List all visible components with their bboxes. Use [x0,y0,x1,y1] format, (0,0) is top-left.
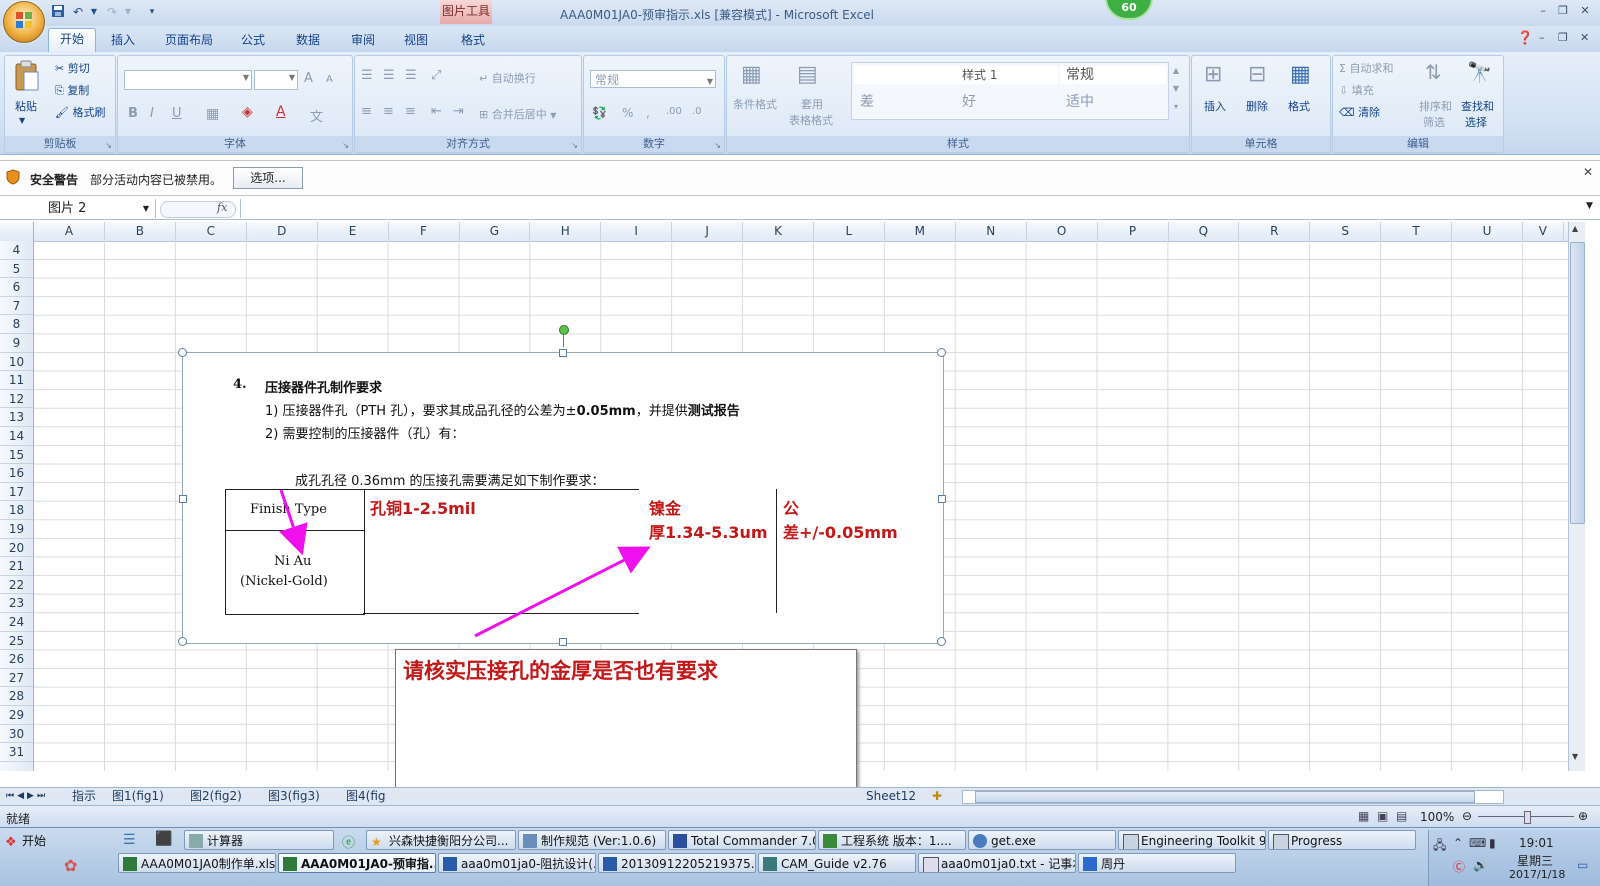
excel-icon [123,857,137,871]
task-cam-guide[interactable]: CAM_Guide v2.76 [758,853,916,873]
tray-network-icon[interactable]: 🖧 [1433,836,1446,857]
task-cam-guide-label: CAM_Guide v2.76 [781,857,887,871]
task-get-exe[interactable]: get.exe [968,830,1116,850]
excel-active-icon [283,857,297,871]
task-calculator-label: 计算器 [207,834,244,848]
office-button[interactable] [3,1,45,43]
calculator-icon [189,834,203,848]
task-notepad[interactable]: aaa0m01ja0.txt - 记事本 [918,853,1076,873]
zoom-level[interactable]: 100% [1420,810,1454,824]
star-icon: ★ [371,835,382,849]
start-label: 开始 [22,834,47,848]
floppy-icon [673,834,687,848]
task-excel-order[interactable]: AAA0M01JA0制作单.xls... [118,853,276,873]
sheet-tab-fig1[interactable]: 图1(fig1) [108,788,168,804]
task-total-commander-label: Total Commander 7.0 ... [691,834,815,848]
toolkit-icon [1123,834,1139,849]
task-excel-order-label: AAA0M01JA0制作单.xls... [141,857,276,871]
quicklaunch-icon[interactable]: ✿ [64,856,77,875]
sheet-nav-icons[interactable]: ⏮◀▶⏭ [2,788,52,804]
sheet-tab-instructions[interactable]: 指示 [68,788,100,804]
clock-time[interactable]: 19:01 [1519,836,1554,850]
task-engineering-system[interactable]: 工程系统 版本：1.... [818,830,966,850]
start-button[interactable]: ❖ 开始 [2,830,52,852]
task-browser[interactable]: ★ 兴森快捷衡阳分公司... [366,830,516,850]
quicklaunch-stack-icon[interactable]: ☰ [123,832,136,848]
task-engineering-system-label: 工程系统 版本：1.... [841,834,952,848]
zoom-slider-thumb[interactable] [1524,811,1531,824]
task-spec[interactable]: 制作规范 (Ver:1.0.6) [518,830,666,850]
sheet-tab-fig4[interactable]: 图4(fig [342,788,390,804]
task-rtf-label: 20130912205219375.rtf... [621,857,755,871]
tray-device-icon[interactable]: ⌨ [1469,836,1486,850]
insert-sheet-icon[interactable]: ✚ [928,788,946,804]
sheet-tab-fig3[interactable]: 图3(fig3) [264,788,324,804]
task-excel-review[interactable]: AAA0M01JA0-预审指... [278,853,436,873]
task-engineering-toolkit[interactable]: Engineering Toolkit 9.... [1118,830,1266,850]
doc-icon [523,834,537,848]
task-browser-label: 兴森快捷衡阳分公司... [389,834,509,848]
clock-date: 2017/1/18 [1509,868,1566,881]
task-total-commander[interactable]: Total Commander 7.0 ... [668,830,816,850]
task-progress-label: Progress [1291,834,1343,848]
tray-expand-icon[interactable]: ⌃ [1453,836,1463,850]
task-get-exe-label: get.exe [991,834,1036,848]
tray-signal-icon[interactable]: ▮ [1489,836,1496,850]
zoom-in-icon[interactable]: ⊕ [1578,809,1588,823]
status-ready: 就绪 [6,812,31,826]
status-bar: 就绪 ▦ ▣ ▤ 100% ⊖ ⊕ [0,805,1600,828]
page-layout-view-icon[interactable]: ▣ [1377,809,1388,823]
task-impedance-doc[interactable]: aaa0m01ja0-阻抗设计(... [438,853,596,873]
office-logo-icon [16,12,32,28]
task-impedance-doc-label: aaa0m01ja0-阻抗设计(... [461,857,596,871]
windows-logo-icon: ❖ [5,835,17,850]
task-progress[interactable]: Progress [1268,830,1416,850]
task-chat[interactable]: 周丹 [1078,853,1236,873]
sheet-tab-fig2[interactable]: 图2(fig2) [186,788,246,804]
task-notepad-label: aaa0m01ja0.txt - 记事本 [941,857,1076,871]
chat-icon [1083,857,1097,871]
word-icon [443,857,457,871]
tray-volume-icon[interactable]: 🔊 [1473,858,1488,872]
tray-app-icon[interactable]: Ⓒ [1453,858,1465,875]
engineering-icon [823,834,837,848]
progress-icon [1273,834,1289,849]
arrow-to-gold-thickness [474,546,651,638]
page-break-view-icon[interactable]: ▤ [1396,809,1407,823]
system-tray: 🖧 ⌃ ⌨ ▮ Ⓒ 🔊 19:01 星期三 2017/1/18 ▭ [1428,830,1600,886]
globe-icon [973,834,987,848]
comment-text: 请核实压接孔的金厚是否也有要求 [403,658,718,683]
arrow-to-ni-au [279,489,308,556]
taskbar: ❖ 开始 ✿ ☰ ⬛ 计算器 ⓔ ★ 兴森快捷衡阳分公司... 制作规范 (Ver:… [0,827,1600,886]
sheet-tab-sheet12[interactable]: Sheet12 [862,788,920,804]
pdf-icon[interactable]: ⬛ [155,831,172,847]
word-rtf-icon [603,857,617,871]
show-desktop-icon[interactable]: ▭ [1577,858,1588,872]
horizontal-scrollbar[interactable] [962,790,1504,804]
task-rtf[interactable]: 20130912205219375.rtf... [598,853,756,873]
task-excel-review-label: AAA0M01JA0-预审指... [301,857,436,871]
task-calculator[interactable]: 计算器 [184,830,334,850]
task-chat-label: 周丹 [1101,857,1126,871]
sheet-tab-bar: ⏮◀▶⏭ 指示 图1(fig1) 图2(fig2) 图3(fig3) 图4(fi… [0,787,1600,805]
cam-icon [763,857,777,871]
normal-view-icon[interactable]: ▦ [1358,809,1369,823]
task-engineering-toolkit-label: Engineering Toolkit 9.... [1141,834,1266,848]
zoom-out-icon[interactable]: ⊖ [1462,809,1472,823]
clock-weekday: 星期三 [1517,854,1554,868]
horizontal-scroll-thumb[interactable] [975,791,1475,803]
task-spec-label: 制作规范 (Ver:1.0.6) [541,834,657,848]
ie-icon[interactable]: ⓔ [342,832,355,851]
notepad-icon [923,857,939,872]
